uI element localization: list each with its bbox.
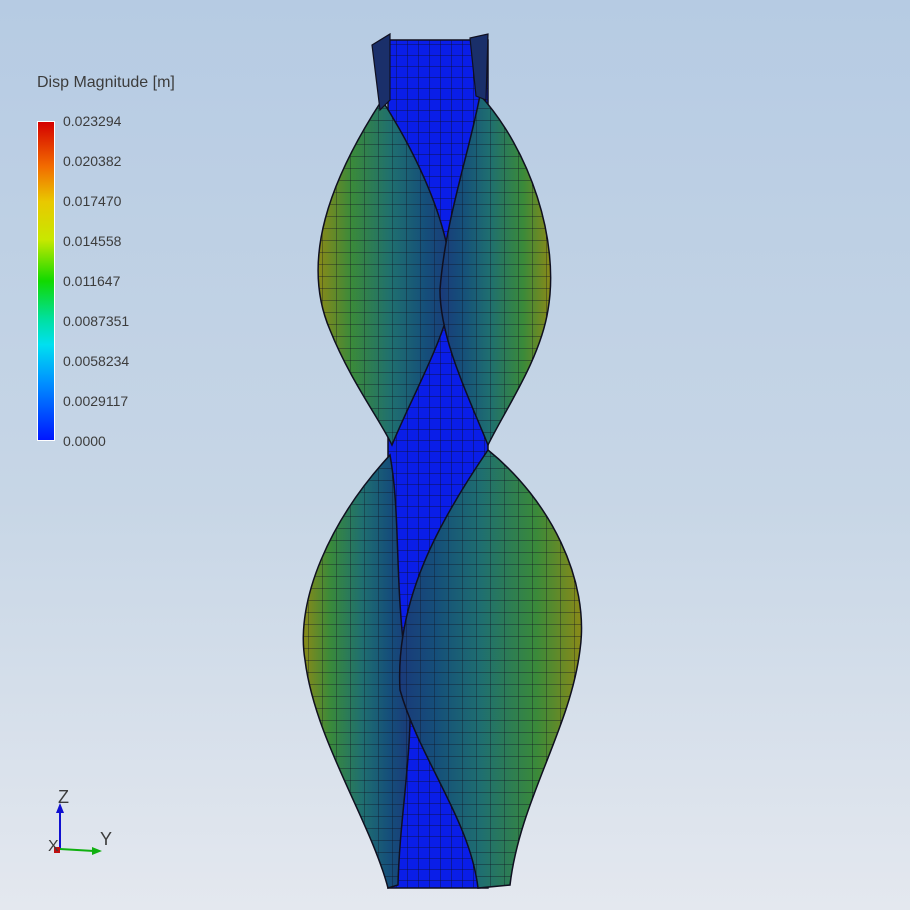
lower-left-lobe bbox=[302, 453, 411, 889]
y-axis-label: Y bbox=[100, 829, 112, 849]
z-axis-label: Z bbox=[58, 787, 69, 807]
x-axis-label: X bbox=[48, 838, 59, 855]
axis-triad: Z Y X bbox=[48, 787, 112, 855]
deformed-mesh-viewport[interactable] bbox=[0, 0, 910, 910]
y-axis-line bbox=[59, 848, 95, 852]
